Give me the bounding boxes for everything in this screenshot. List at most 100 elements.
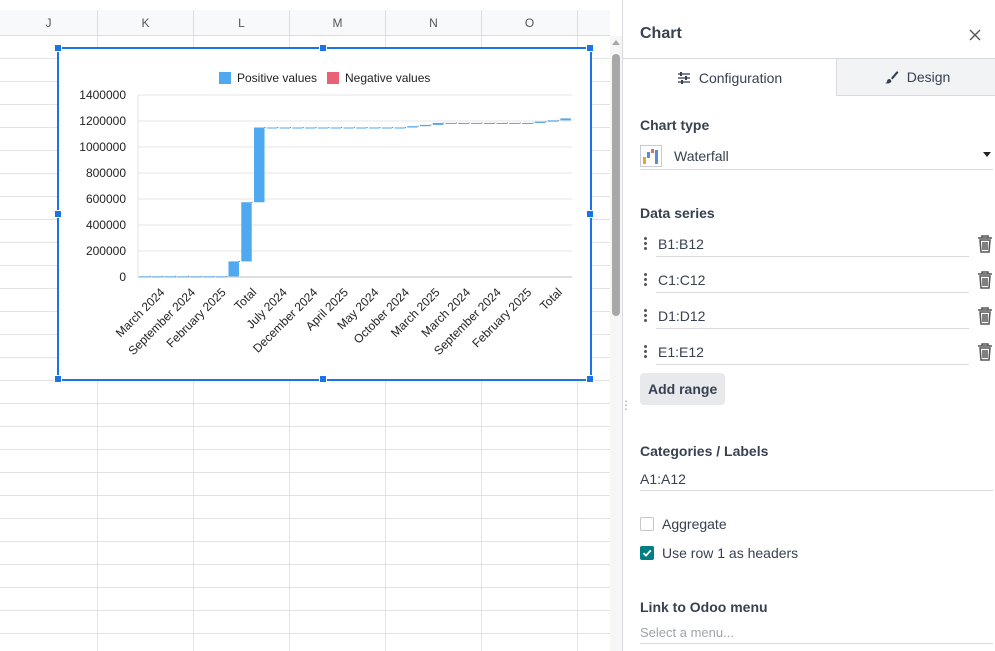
scroll-up-arrow-icon[interactable] — [611, 38, 621, 48]
waterfall-bar — [509, 122, 520, 124]
tab-design-label: Design — [906, 69, 951, 85]
column-header-bar: J K L M N O — [0, 10, 610, 36]
chart-type-value: Waterfall — [674, 147, 729, 164]
drag-handle-icon[interactable] — [644, 273, 648, 287]
checkmark-icon — [642, 549, 652, 557]
column-header-n[interactable]: N — [386, 10, 482, 36]
legend-swatch — [327, 72, 339, 84]
trash-icon[interactable] — [977, 235, 993, 253]
trash-icon[interactable] — [977, 307, 993, 325]
aggregate-checkbox-row[interactable]: Aggregate — [640, 515, 727, 533]
waterfall-bar — [445, 122, 456, 124]
waterfall-bar — [407, 126, 418, 128]
column-header-m[interactable]: M — [290, 10, 386, 36]
panel-tabs: Configuration Design — [623, 58, 995, 96]
waterfall-bar — [368, 127, 380, 129]
y-tick-label: 1200000 — [79, 114, 126, 128]
resize-handle-bottom-left[interactable] — [54, 375, 62, 383]
data-series-input[interactable] — [656, 303, 969, 329]
use-headers-checkbox-row[interactable]: Use row 1 as headers — [640, 544, 798, 562]
use-headers-checkbox[interactable] — [640, 546, 654, 560]
paintbrush-icon — [884, 71, 899, 84]
tab-design[interactable]: Design — [837, 58, 995, 96]
categories-labels-title: Categories / Labels — [640, 443, 769, 459]
trash-icon[interactable] — [977, 271, 993, 289]
x-tick-label: Total — [537, 285, 565, 313]
data-series-input[interactable] — [656, 231, 969, 257]
resize-handle-top-left[interactable] — [54, 44, 62, 52]
chart-canvas: Positive values Negative values 0 200000 400… — [79, 71, 572, 358]
drag-handle-icon[interactable] — [644, 237, 648, 251]
data-series-row — [640, 231, 995, 257]
column-header-k[interactable]: K — [98, 10, 194, 36]
waterfall-bar — [483, 122, 495, 124]
aggregate-checkbox[interactable] — [640, 517, 654, 531]
waterfall-bar — [458, 122, 469, 124]
waterfall-bar — [215, 276, 227, 278]
waterfall-bar — [381, 127, 393, 129]
data-series-row — [640, 339, 995, 365]
tab-configuration[interactable]: Configuration — [623, 58, 837, 96]
y-tick-label: 800000 — [86, 166, 126, 180]
column-header-partial[interactable] — [578, 10, 610, 36]
column-header-o[interactable]: O — [482, 10, 578, 36]
waterfall-chart[interactable]: Positive values Negative values 0 200000 400… — [54, 44, 594, 383]
resize-handle-top-right[interactable] — [586, 44, 594, 52]
panel-title: Chart — [640, 25, 682, 42]
chevron-down-icon — [983, 152, 991, 157]
resize-handle-bottom-right[interactable] — [586, 375, 594, 383]
waterfall-bar — [164, 276, 176, 278]
waterfall-bar — [317, 127, 329, 129]
waterfall-bar — [266, 127, 278, 129]
waterfall-bar — [356, 127, 367, 129]
close-icon[interactable] — [964, 24, 986, 46]
waterfall-bar — [305, 127, 316, 129]
add-range-button[interactable]: Add range — [640, 373, 726, 405]
waterfall-bar — [292, 127, 303, 129]
waterfall-bar — [330, 127, 342, 129]
resize-handle-right[interactable] — [586, 210, 594, 218]
column-header-l[interactable]: L — [194, 10, 290, 36]
legend-label: Negative values — [345, 71, 430, 85]
vertical-scrollbar[interactable] — [610, 36, 622, 651]
tab-configuration-label: Configuration — [698, 69, 783, 86]
waterfall-chart-icon — [640, 144, 662, 167]
panel-resize-handle[interactable]: ⋮ — [620, 399, 632, 422]
labels-range-input[interactable] — [640, 467, 993, 491]
data-series-row — [640, 303, 995, 329]
data-series-title: Data series — [640, 205, 715, 221]
waterfall-bar — [177, 276, 188, 278]
data-series-row — [640, 267, 995, 293]
chart-type-select[interactable]: Waterfall — [640, 142, 993, 170]
drag-handle-icon[interactable] — [644, 309, 648, 323]
scrollbar-thumb[interactable] — [612, 54, 620, 316]
trash-icon[interactable] — [977, 343, 993, 361]
link-menu-title: Link to Odoo menu — [640, 599, 768, 615]
resize-handle-top[interactable] — [319, 44, 327, 52]
resize-handle-left[interactable] — [54, 210, 62, 218]
y-tick-label: 1000000 — [79, 140, 126, 154]
aggregate-label: Aggregate — [662, 516, 727, 532]
waterfall-bar — [228, 261, 239, 277]
data-series-input[interactable] — [656, 339, 969, 365]
y-tick-label: 600000 — [86, 192, 126, 206]
waterfall-bar — [151, 276, 163, 278]
use-headers-label: Use row 1 as headers — [662, 545, 799, 561]
waterfall-bar — [534, 121, 546, 123]
drag-handle-icon[interactable] — [644, 345, 648, 359]
chart-side-panel: ⋮ Chart Configuration Design Chart type … — [620, 0, 995, 651]
legend-label: Positive values — [237, 71, 317, 85]
waterfall-bar — [190, 276, 201, 278]
spreadsheet-grid[interactable]: J K L M N O Positive values Negative valu… — [0, 0, 622, 651]
waterfall-bar — [496, 122, 508, 124]
waterfall-bar — [547, 120, 559, 122]
odoo-menu-select[interactable]: Select a menu... — [640, 622, 993, 644]
waterfall-bar — [394, 127, 405, 129]
data-series-input[interactable] — [656, 267, 969, 293]
resize-handle-bottom[interactable] — [319, 375, 327, 383]
waterfall-bar — [432, 122, 444, 125]
column-header-j[interactable]: J — [0, 10, 98, 36]
waterfall-bar — [254, 127, 265, 203]
y-tick-label: 0 — [119, 270, 126, 284]
panel-header: Chart — [623, 10, 995, 58]
